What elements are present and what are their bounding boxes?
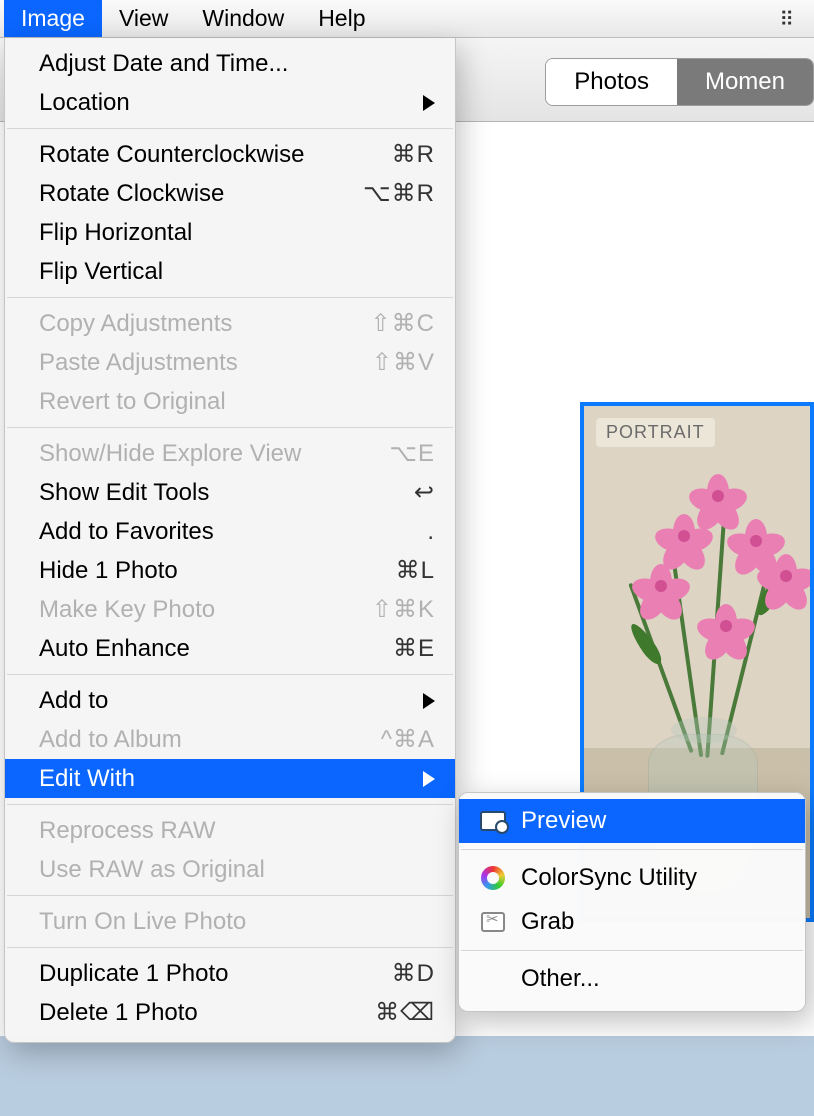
menu-item-label: Paste Adjustments — [39, 349, 365, 377]
segment-photos[interactable]: Photos — [546, 59, 677, 105]
menu-item-label: Adjust Date and Time... — [39, 50, 435, 78]
view-segmented-control[interactable]: Photos Momen — [545, 58, 814, 106]
menu-item-label: Flip Horizontal — [39, 219, 435, 247]
menu-item-hide-1-photo[interactable]: Hide 1 Photo⌘L — [5, 551, 455, 590]
menu-separator — [7, 895, 453, 896]
portrait-badge: PORTRAIT — [596, 418, 715, 447]
submenu-item-colorsync-utility[interactable]: ColorSync Utility — [459, 856, 805, 900]
menu-item-shortcut: ⌥⌘R — [363, 179, 435, 208]
menu-item-rotate-counterclockwise[interactable]: Rotate Counterclockwise⌘R — [5, 135, 455, 174]
menu-item-label: Add to Album — [39, 726, 365, 754]
menubar-item-window[interactable]: Window — [185, 0, 301, 37]
menu-item-delete-1-photo[interactable]: Delete 1 Photo⌘⌫ — [5, 993, 455, 1032]
menu-item-shortcut: ⌘⌫ — [365, 998, 435, 1027]
menu-item-turn-on-live-photo: Turn On Live Photo — [5, 902, 455, 941]
menu-item-label: Revert to Original — [39, 388, 435, 416]
submenu-item-other[interactable]: Other... — [459, 957, 805, 1001]
menu-separator — [7, 674, 453, 675]
menubar: ImageViewWindowHelp ⠿ — [0, 0, 814, 38]
preview-icon — [479, 807, 507, 835]
menu-item-flip-vertical[interactable]: Flip Vertical — [5, 252, 455, 291]
menu-item-show-edit-tools[interactable]: Show Edit Tools↩ — [5, 473, 455, 512]
submenu-item-grab[interactable]: Grab — [459, 900, 805, 944]
menu-item-label: Hide 1 Photo — [39, 557, 365, 585]
bottom-bar — [0, 1036, 814, 1116]
menu-item-use-raw-as-original: Use RAW as Original — [5, 850, 455, 889]
menu-item-flip-horizontal[interactable]: Flip Horizontal — [5, 213, 455, 252]
menu-separator — [7, 297, 453, 298]
submenu-item-label: Preview — [521, 807, 606, 835]
submenu-item-preview[interactable]: Preview — [459, 799, 805, 843]
menu-item-label: Reprocess RAW — [39, 817, 435, 845]
segment-moments[interactable]: Momen — [677, 59, 813, 105]
menu-item-label: Location — [39, 89, 413, 117]
menu-item-edit-with[interactable]: Edit With — [5, 759, 455, 798]
grab-icon — [479, 908, 507, 936]
menu-separator — [7, 427, 453, 428]
menu-item-auto-enhance[interactable]: Auto Enhance⌘E — [5, 629, 455, 668]
menu-item-make-key-photo: Make Key Photo⇧⌘K — [5, 590, 455, 629]
menu-item-shortcut: ⇧⌘C — [365, 309, 435, 338]
chevron-right-icon — [423, 771, 435, 787]
menubar-item-help[interactable]: Help — [301, 0, 382, 37]
menu-item-adjust-date-and-time[interactable]: Adjust Date and Time... — [5, 44, 455, 83]
menu-item-rotate-clockwise[interactable]: Rotate Clockwise⌥⌘R — [5, 174, 455, 213]
menu-item-add-to-favorites[interactable]: Add to Favorites. — [5, 512, 455, 551]
menu-item-label: Rotate Counterclockwise — [39, 141, 365, 169]
submenu-item-label: Grab — [521, 908, 574, 936]
menu-item-reprocess-raw: Reprocess RAW — [5, 811, 455, 850]
menu-separator — [461, 849, 803, 850]
menu-item-label: Make Key Photo — [39, 596, 365, 624]
menu-item-show-hide-explore-view: Show/Hide Explore View⌥E — [5, 434, 455, 473]
image-menu-dropdown: Adjust Date and Time... Location Rotate Co… — [4, 38, 456, 1043]
menu-item-shortcut: . — [365, 518, 435, 546]
menu-item-shortcut: ⌘L — [365, 556, 435, 585]
menu-item-label: Use RAW as Original — [39, 856, 435, 884]
menu-item-duplicate-1-photo[interactable]: Duplicate 1 Photo⌘D — [5, 954, 455, 993]
menu-item-label: Flip Vertical — [39, 258, 435, 286]
menu-separator — [7, 128, 453, 129]
chevron-right-icon — [423, 95, 435, 111]
colorsync-icon — [479, 864, 507, 892]
menu-item-label: Turn On Live Photo — [39, 908, 435, 936]
menu-item-shortcut: ⌘D — [365, 959, 435, 988]
menu-item-revert-to-original: Revert to Original — [5, 382, 455, 421]
submenu-item-label: ColorSync Utility — [521, 864, 697, 892]
menu-item-label: Add to — [39, 687, 413, 715]
menu-item-label: Add to Favorites — [39, 518, 365, 546]
submenu-item-label: Other... — [521, 965, 600, 993]
menu-separator — [7, 804, 453, 805]
menu-item-shortcut: ⌘E — [365, 634, 435, 663]
menu-separator — [461, 950, 803, 951]
menu-item-label: Show Edit Tools — [39, 479, 365, 507]
menu-item-add-to-album: Add to Album^⌘A — [5, 720, 455, 759]
menu-item-label: Copy Adjustments — [39, 310, 365, 338]
menu-item-shortcut: ⌥E — [365, 439, 435, 468]
menu-item-label: Delete 1 Photo — [39, 999, 365, 1027]
edit-with-submenu: Preview ColorSync Utility Grab Other... — [458, 792, 806, 1012]
menubar-item-view[interactable]: View — [102, 0, 185, 37]
menu-item-location[interactable]: Location — [5, 83, 455, 122]
menu-item-shortcut: ↩ — [365, 478, 435, 507]
menu-item-label: Rotate Clockwise — [39, 180, 363, 208]
menu-item-shortcut: ⇧⌘V — [365, 348, 435, 377]
chevron-right-icon — [423, 693, 435, 709]
blank-icon — [479, 965, 507, 993]
menu-item-label: Edit With — [39, 765, 413, 793]
menu-item-shortcut: ^⌘A — [365, 725, 435, 754]
menu-item-shortcut: ⌘R — [365, 140, 435, 169]
menubar-item-image[interactable]: Image — [4, 0, 102, 37]
menu-item-add-to[interactable]: Add to — [5, 681, 455, 720]
menu-item-label: Duplicate 1 Photo — [39, 960, 365, 988]
menu-item-label: Show/Hide Explore View — [39, 440, 365, 468]
menu-item-copy-adjustments: Copy Adjustments⇧⌘C — [5, 304, 455, 343]
dropbox-icon[interactable]: ⠿ — [759, 5, 814, 33]
menu-item-shortcut: ⇧⌘K — [365, 595, 435, 624]
menu-item-paste-adjustments: Paste Adjustments⇧⌘V — [5, 343, 455, 382]
menu-item-label: Auto Enhance — [39, 635, 365, 663]
menu-separator — [7, 947, 453, 948]
